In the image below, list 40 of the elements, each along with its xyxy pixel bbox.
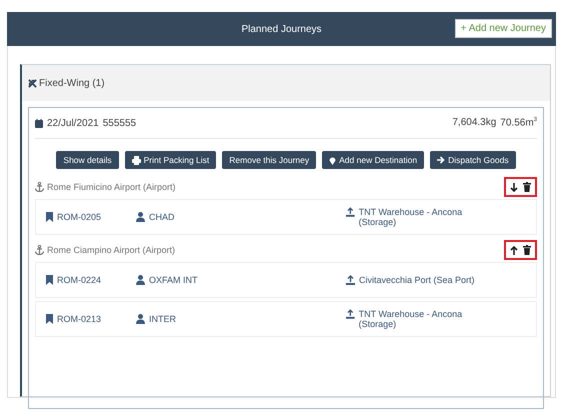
arrow-down-icon[interactable] bbox=[510, 182, 518, 192]
organisation-name: CHAD bbox=[149, 212, 175, 222]
anchor-icon bbox=[35, 245, 44, 255]
shipment-reference: ROM-0213 bbox=[57, 314, 102, 324]
destination-name: Rome Fiumicino Airport (Airport) bbox=[47, 182, 176, 192]
map-pin-icon bbox=[329, 156, 336, 164]
arrow-up-icon[interactable] bbox=[510, 246, 518, 254]
arrow-right-icon bbox=[437, 156, 446, 164]
origin-location: Civitavecchia Port (Sea Port) bbox=[359, 275, 475, 285]
user-icon bbox=[136, 275, 145, 285]
organisation-name: INTER bbox=[149, 314, 176, 324]
journey-weight: 7,604.3kg bbox=[452, 117, 496, 128]
trash-icon[interactable] bbox=[523, 182, 531, 192]
group-title: Fixed-Wing (1) bbox=[39, 78, 105, 88]
upload-icon bbox=[346, 309, 355, 319]
user-icon bbox=[136, 212, 145, 222]
journey-date: 22/Jul/2021 bbox=[47, 118, 99, 128]
bookmark-icon bbox=[46, 314, 53, 324]
journey-volume: 70.56m$^{3}$ bbox=[500, 117, 537, 129]
journey-code: 555555 bbox=[102, 118, 136, 128]
organisation-name: OXFAM INT bbox=[149, 275, 198, 285]
upload-icon bbox=[346, 207, 355, 217]
action-button[interactable]: Dispatch Goods bbox=[430, 151, 516, 169]
trash-icon[interactable] bbox=[523, 245, 531, 255]
action-button[interactable]: Add new Destination bbox=[322, 151, 424, 169]
destination-name: Rome Ciampino Airport (Airport) bbox=[47, 245, 176, 255]
user-icon bbox=[136, 314, 145, 324]
origin-location: TNT Warehouse - Ancona (Storage) bbox=[358, 207, 464, 227]
calendar-icon bbox=[35, 118, 43, 128]
action-button[interactable]: Show details bbox=[56, 151, 119, 169]
panel-title: Planned Journeys bbox=[241, 24, 322, 34]
shipment-reference: ROM-0205 bbox=[57, 212, 102, 222]
upload-icon bbox=[346, 275, 355, 285]
action-button[interactable]: Remove this Journey bbox=[222, 151, 316, 169]
origin-location: TNT Warehouse - Ancona (Storage) bbox=[358, 309, 464, 329]
action-button[interactable]: Print Packing List bbox=[124, 151, 216, 169]
shipment-reference: ROM-0224 bbox=[57, 275, 102, 285]
anchor-icon bbox=[35, 182, 44, 192]
bookmark-icon bbox=[46, 212, 53, 222]
bookmark-icon bbox=[46, 275, 53, 285]
